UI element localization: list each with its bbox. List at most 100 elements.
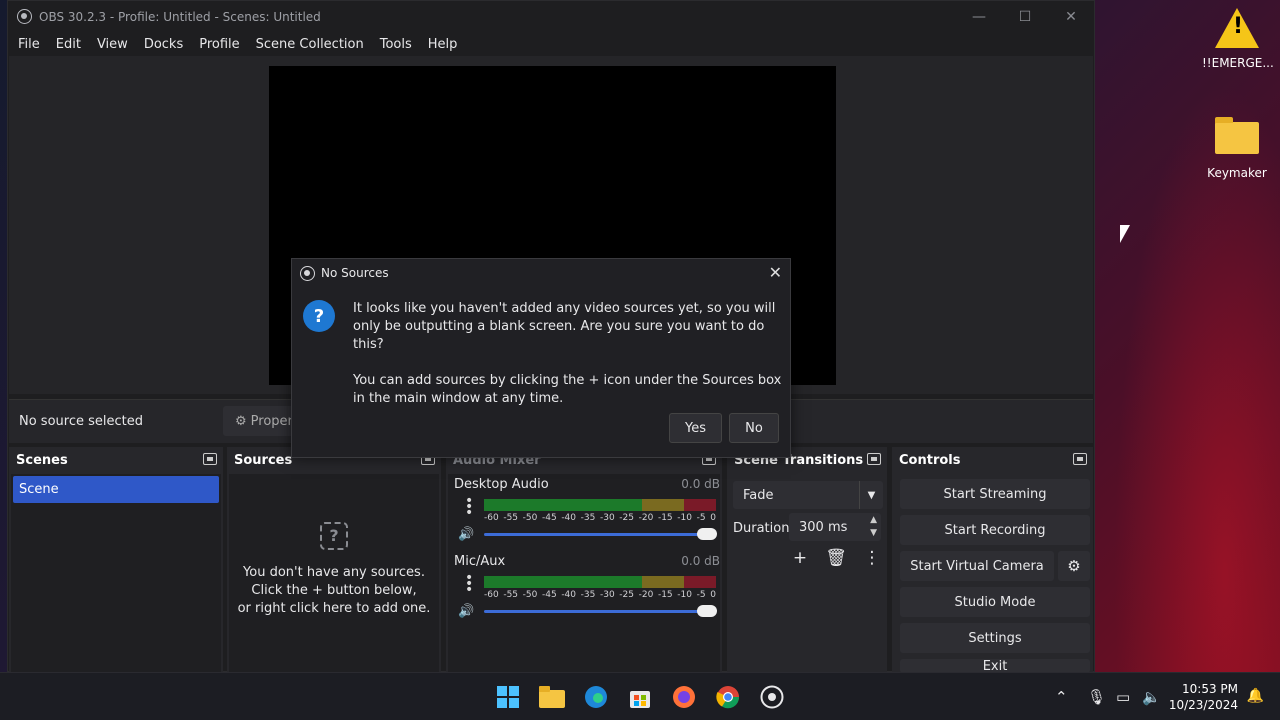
tick-label: -50 bbox=[522, 590, 538, 600]
tick-label: -20 bbox=[638, 513, 654, 523]
add-icon[interactable]: + bbox=[789, 547, 811, 569]
properties-label: Proper bbox=[250, 413, 293, 429]
no-sources-line2: Click the + button below, bbox=[251, 583, 417, 598]
menu-file[interactable]: File bbox=[10, 37, 48, 52]
tick-label: -10 bbox=[677, 590, 692, 600]
speaker-icon[interactable]: 🔊 bbox=[458, 604, 474, 619]
transition-select[interactable]: Fade ▼ bbox=[733, 481, 883, 509]
dialog-title-bar: No Sources ✕ bbox=[292, 259, 790, 287]
chrome-icon[interactable] bbox=[714, 683, 742, 711]
firefox-icon[interactable] bbox=[670, 683, 698, 711]
desktop-icon-label: !!EMERGE... bbox=[1202, 56, 1274, 70]
menu-tools[interactable]: Tools bbox=[372, 37, 420, 52]
tick-label: -15 bbox=[657, 590, 673, 600]
microphone-icon[interactable]: 🎙 bbox=[1087, 688, 1106, 706]
scenes-list: Scene bbox=[11, 474, 221, 673]
tick-label: -40 bbox=[561, 590, 577, 600]
undock-icon[interactable] bbox=[1073, 453, 1087, 465]
mouse-cursor bbox=[1120, 225, 1130, 243]
window-controls: — ☐ ✕ bbox=[956, 1, 1094, 32]
volume-meter bbox=[484, 576, 716, 588]
menu-help[interactable]: Help bbox=[420, 37, 466, 52]
sources-dock: Sources ? You don't have any sources. Cl… bbox=[227, 447, 441, 673]
trash-icon[interactable]: 🗑 bbox=[825, 547, 847, 569]
no-sources-line1: You don't have any sources. bbox=[243, 565, 425, 580]
desktop-icon-keymaker[interactable]: Keymaker bbox=[1202, 117, 1272, 180]
menu-docks[interactable]: Docks bbox=[136, 37, 191, 52]
no-sources-line3: or right click here to add one. bbox=[237, 601, 431, 616]
transitions-dock: Scene Transitions Fade ▼ Duration 300 ms… bbox=[727, 447, 887, 673]
volume-slider-handle[interactable] bbox=[697, 528, 717, 540]
settings-button[interactable]: Settings bbox=[900, 623, 1090, 653]
meter-ticks: -60 -55 -50 -45 -40 -35 -30 -25 -20 -15 -10 -5 0 bbox=[484, 590, 716, 600]
minimize-button[interactable]: — bbox=[956, 1, 1002, 32]
tick-label: -40 bbox=[561, 513, 577, 523]
tick-label: -15 bbox=[657, 513, 673, 523]
menu-scene-collection[interactable]: Scene Collection bbox=[248, 37, 372, 52]
volume-slider[interactable] bbox=[484, 528, 717, 540]
virtual-camera-settings-button[interactable]: ⚙ bbox=[1058, 551, 1090, 581]
dialog-message-2: You can add sources by clicking the + ic… bbox=[353, 373, 782, 406]
duration-label: Duration bbox=[733, 521, 790, 536]
volume-slider[interactable] bbox=[484, 605, 717, 617]
scene-item[interactable]: Scene bbox=[13, 476, 219, 503]
stepper-icon[interactable]: ▲ ▼ bbox=[870, 514, 877, 540]
maximize-button[interactable]: ☐ bbox=[1002, 1, 1048, 32]
kebab-menu-icon[interactable]: • • • bbox=[465, 571, 473, 597]
volume-slider-handle[interactable] bbox=[697, 605, 717, 617]
tick-label: -50 bbox=[522, 513, 538, 523]
kebab-menu-icon[interactable]: ⋮ bbox=[861, 547, 883, 569]
start-streaming-button[interactable]: Start Streaming bbox=[900, 479, 1090, 509]
controls-dock: Controls Start Streaming Start Recording… bbox=[892, 447, 1093, 673]
clock[interactable]: 10:53 PM 10/23/2024 bbox=[1169, 681, 1238, 713]
exit-button[interactable]: Exit bbox=[900, 659, 1090, 673]
source-status: No source selected bbox=[19, 414, 143, 429]
gear-icon: ⚙ bbox=[235, 413, 247, 429]
title-bar: OBS 30.2.3 - Profile: Untitled - Scenes:… bbox=[8, 1, 1094, 32]
no-sources-message: ? You don't have any sources. Click the … bbox=[229, 522, 439, 618]
kebab-menu-icon[interactable]: • • • bbox=[465, 494, 473, 520]
notification-bell-icon[interactable]: 🔔 bbox=[1247, 688, 1264, 704]
chevron-up-icon[interactable]: ⌃ bbox=[1055, 688, 1068, 706]
folder-icon bbox=[1215, 117, 1259, 154]
file-explorer-icon[interactable] bbox=[538, 683, 566, 711]
tick-label: -55 bbox=[503, 513, 519, 523]
network-icon[interactable]: ▭ bbox=[1116, 688, 1130, 706]
no-button[interactable]: No bbox=[729, 413, 779, 443]
duration-input[interactable]: 300 ms ▲ ▼ bbox=[789, 513, 881, 541]
menu-edit[interactable]: Edit bbox=[48, 37, 89, 52]
start-icon[interactable] bbox=[494, 683, 522, 711]
undock-icon[interactable] bbox=[867, 453, 881, 465]
question-icon: ? bbox=[320, 522, 348, 550]
scenes-title: Scenes bbox=[16, 452, 68, 468]
studio-mode-button[interactable]: Studio Mode bbox=[900, 587, 1090, 617]
close-icon[interactable]: ✕ bbox=[769, 263, 782, 282]
tick-label: -25 bbox=[619, 590, 634, 600]
tick-label: -30 bbox=[599, 590, 615, 600]
volume-icon[interactable]: 🔈 bbox=[1142, 688, 1161, 706]
tick-label: -35 bbox=[580, 513, 596, 523]
sources-list[interactable]: ? You don't have any sources. Click the … bbox=[229, 474, 439, 673]
desktop-icon-emergency[interactable]: ! !!EMERGE... bbox=[1202, 8, 1274, 70]
clock-date: 10/23/2024 bbox=[1168, 698, 1238, 712]
audio-mixer-body: Desktop Audio 0.0 dB • • • -60 -55 -50 -45 -40… bbox=[448, 474, 720, 673]
store-icon[interactable] bbox=[626, 683, 654, 711]
transition-selected: Fade bbox=[743, 487, 774, 503]
tick-label: -60 bbox=[484, 590, 499, 600]
desktop-icon-label: Keymaker bbox=[1207, 166, 1267, 180]
close-button[interactable]: ✕ bbox=[1048, 1, 1094, 32]
start-recording-button[interactable]: Start Recording bbox=[900, 515, 1090, 545]
volume-meter bbox=[484, 499, 716, 511]
edge-icon[interactable] bbox=[582, 683, 610, 711]
tick-label: 0 bbox=[710, 513, 716, 523]
tick-label: -45 bbox=[541, 590, 557, 600]
speaker-icon[interactable]: 🔊 bbox=[458, 527, 474, 542]
menu-view[interactable]: View bbox=[89, 37, 136, 52]
menu-profile[interactable]: Profile bbox=[191, 37, 247, 52]
start-virtual-camera-button[interactable]: Start Virtual Camera bbox=[900, 551, 1054, 581]
dialog-message: It looks like you haven't added any vide… bbox=[353, 300, 783, 408]
undock-icon[interactable] bbox=[203, 453, 217, 465]
taskbar: ⌃ 🎙 ▭ 🔈 10:53 PM 10/23/2024 🔔 bbox=[0, 672, 1280, 720]
obs-taskbar-icon[interactable] bbox=[758, 683, 786, 711]
yes-button[interactable]: Yes bbox=[669, 413, 722, 443]
